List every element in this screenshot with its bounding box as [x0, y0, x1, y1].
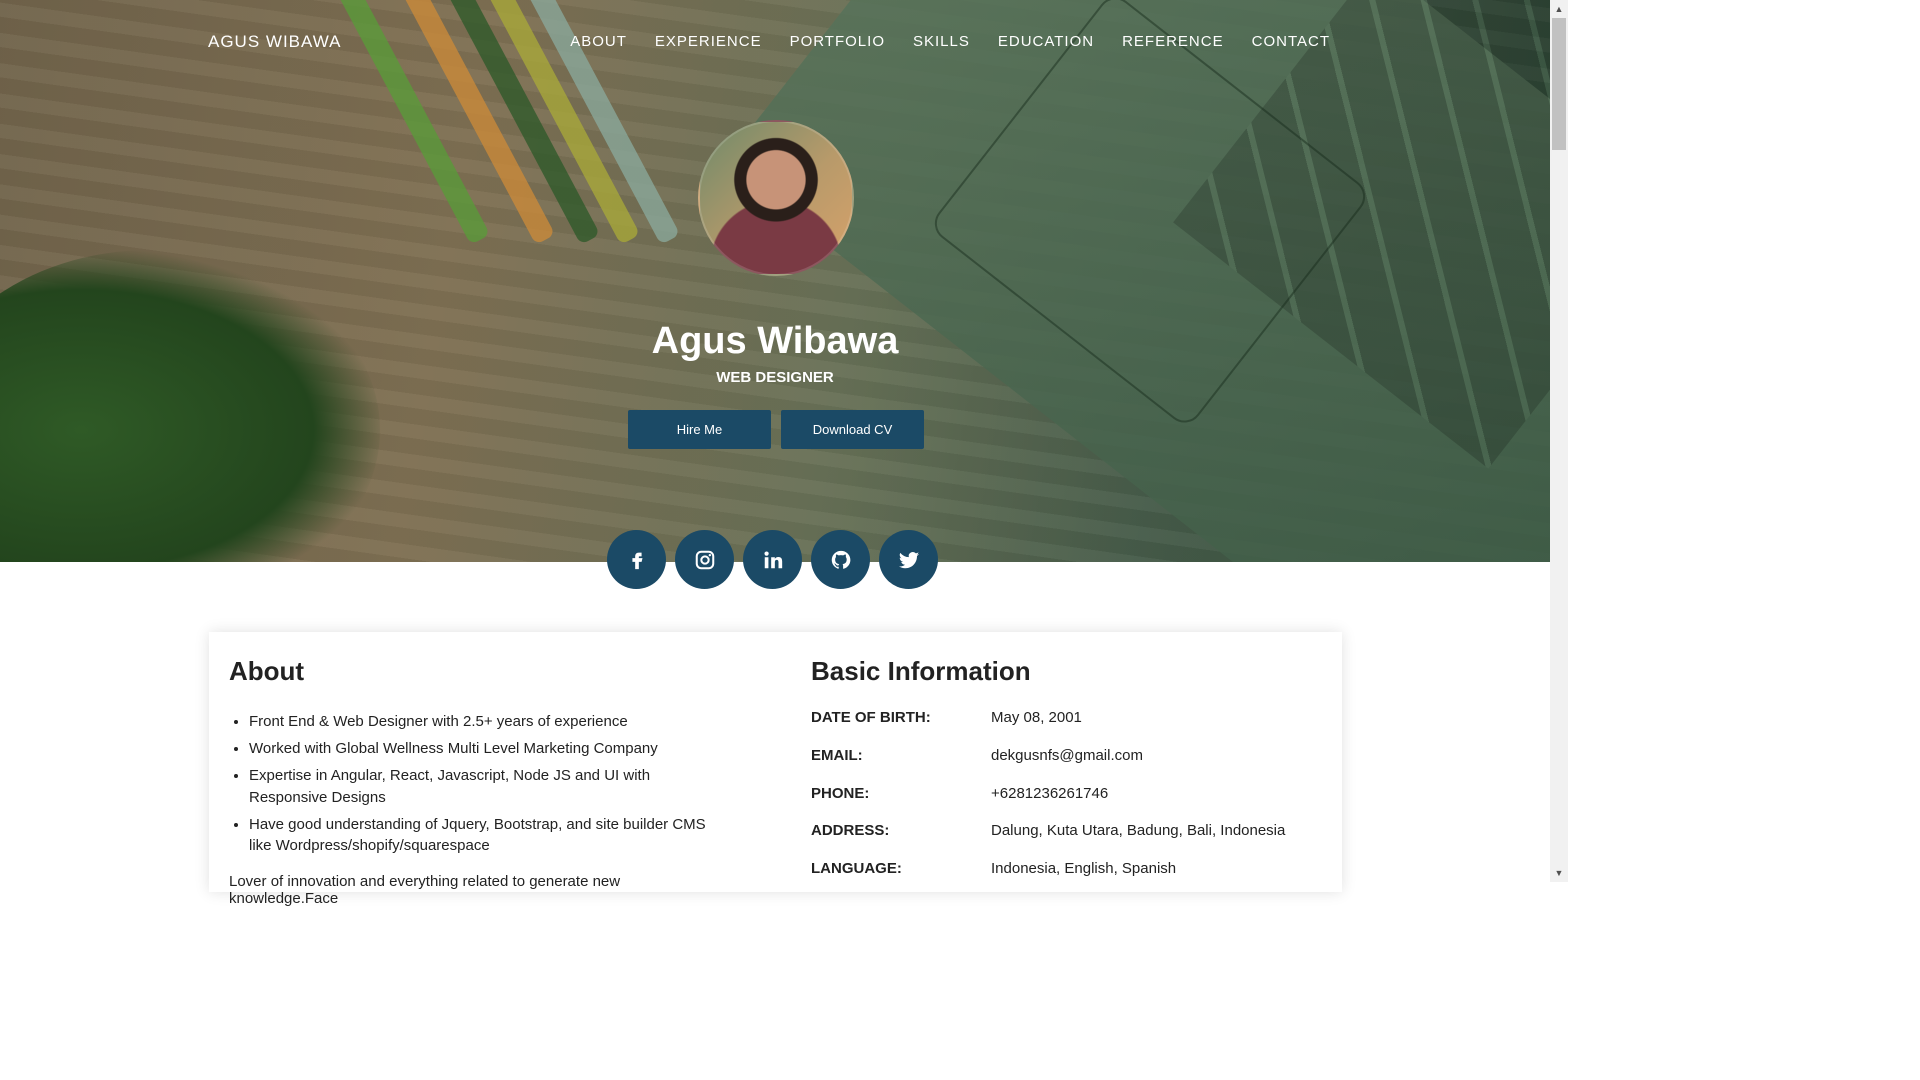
info-row-phone: PHONE: +6281236261746: [811, 774, 1331, 812]
info-label: DATE OF BIRTH:: [811, 709, 931, 727]
instagram-button[interactable]: [675, 530, 734, 589]
nav-item-education[interactable]: EDUCATION: [998, 33, 1094, 50]
nav-item-skills[interactable]: SKILLS: [913, 33, 970, 50]
facebook-icon: [631, 552, 642, 569]
info-value: May 08, 2001: [991, 709, 1082, 727]
facebook-button[interactable]: [607, 530, 666, 589]
scroll-thumb[interactable]: [1552, 18, 1566, 150]
info-value: Dalung, Kuta Utara, Badung, Bali, Indone…: [991, 822, 1286, 840]
brand-logo[interactable]: AGUS WIBAWA: [208, 32, 341, 52]
about-paragraph: Lover of innovation and everything relat…: [229, 872, 621, 907]
twitter-button[interactable]: [879, 530, 938, 589]
info-row-dob: DATE OF BIRTH: May 08, 2001: [811, 699, 1331, 737]
basic-info-heading: Basic Information: [811, 656, 1031, 686]
profile-title: WEB DESIGNER: [716, 369, 834, 386]
basic-info-section: Basic Information DATE OF BIRTH: May 08,…: [811, 656, 1331, 887]
list-item: Worked with Global Wellness Multi Level …: [249, 738, 729, 760]
nav-item-about[interactable]: ABOUT: [570, 33, 627, 50]
info-row-email: EMAIL: dekgusnfs@gmail.com: [811, 737, 1331, 775]
hero-banner: [0, 0, 1550, 562]
info-row-address: ADDRESS: Dalung, Kuta Utara, Badung, Bal…: [811, 812, 1331, 850]
info-value[interactable]: dekgusnfs@gmail.com: [991, 747, 1143, 764]
about-list: Front End & Web Designer with 2.5+ years…: [229, 711, 729, 857]
info-row-language: LANGUAGE: Indonesia, English, Spanish: [811, 850, 1331, 888]
twitter-icon: [898, 551, 919, 568]
list-item: Have good understanding of Jquery, Boots…: [249, 814, 729, 857]
hire-me-button[interactable]: Hire Me: [628, 410, 771, 449]
download-cv-button[interactable]: Download CV: [781, 410, 924, 449]
linkedin-icon: [763, 550, 782, 568]
top-navigation: AGUS WIBAWA ABOUT EXPERIENCE PORTFOLIO S…: [0, 0, 1550, 84]
avatar: [698, 120, 854, 276]
info-label: LANGUAGE:: [811, 860, 902, 878]
info-value: +6281236261746: [991, 784, 1109, 802]
nav-item-experience[interactable]: EXPERIENCE: [655, 33, 762, 50]
nav-item-reference[interactable]: REFERENCE: [1122, 33, 1224, 50]
info-label: EMAIL:: [811, 747, 863, 765]
nav-item-portfolio[interactable]: PORTFOLIO: [790, 33, 885, 50]
scroll-down-arrow-icon[interactable]: ▼: [1550, 864, 1568, 882]
github-button[interactable]: [811, 530, 870, 589]
linkedin-button[interactable]: [743, 530, 802, 589]
info-card: About Front End & Web Designer with 2.5+…: [209, 632, 1342, 907]
about-section: About Front End & Web Designer with 2.5+…: [229, 656, 729, 907]
instagram-icon: [695, 550, 714, 569]
nav-menu: ABOUT EXPERIENCE PORTFOLIO SKILLS EDUCAT…: [570, 33, 1330, 50]
list-item: Expertise in Angular, React, Javascript,…: [249, 765, 729, 808]
profile-name: Agus Wibawa: [651, 320, 899, 362]
github-icon: [831, 550, 850, 569]
scroll-up-arrow-icon[interactable]: ▲: [1550, 0, 1568, 18]
nav-item-contact[interactable]: CONTACT: [1252, 33, 1330, 50]
info-value: Indonesia, English, Spanish: [991, 860, 1177, 878]
list-item: Front End & Web Designer with 2.5+ years…: [249, 711, 729, 733]
basic-info-list: DATE OF BIRTH: May 08, 2001 EMAIL: dekgu…: [811, 699, 1331, 887]
info-label: ADDRESS:: [811, 822, 890, 840]
info-label: PHONE:: [811, 784, 870, 802]
about-heading: About: [229, 656, 305, 686]
page-scrollbar[interactable]: ▲ ▼: [1550, 0, 1568, 882]
